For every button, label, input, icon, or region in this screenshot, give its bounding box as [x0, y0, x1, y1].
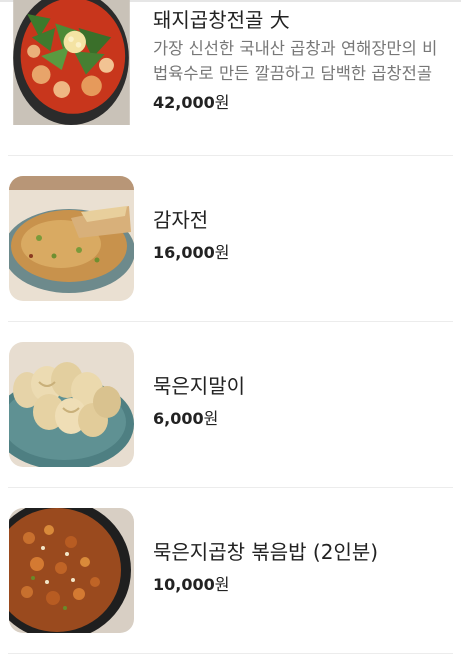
price-currency: 원 — [214, 575, 230, 594]
price-currency: 원 — [203, 409, 219, 428]
menu-item-potato-pancake[interactable]: 감자전 16,000원 — [0, 156, 461, 322]
menu-item-description: 가장 신선한 국내산 곱창과 연해장만의 비법육수로 만든 깔끔하고 담백한 곱… — [153, 39, 438, 83]
menu-item-price: 16,000원 — [153, 242, 453, 264]
price-currency: 원 — [214, 93, 230, 112]
menu-item-info: 돼지곱창전골 大 가장 신선한 국내산 곱창과 연해장만의 비법육수로 만든 깔… — [153, 8, 453, 114]
menu-item-fried-rice[interactable]: 묵은지곱창 볶음밥 (2인분) 10,000원 — [0, 488, 461, 654]
price-value: 16,000 — [153, 243, 215, 262]
menu-item-info: 감자전 16,000원 — [153, 208, 453, 264]
menu-item-photo — [9, 0, 134, 134]
item-divider — [8, 653, 453, 654]
menu-item-name: 돼지곱창전골 大 — [153, 8, 290, 32]
menu-item-price: 10,000원 — [153, 574, 453, 596]
menu-item-name: 묵은지말이 — [153, 374, 245, 398]
price-currency: 원 — [214, 243, 230, 262]
menu-item-price: 6,000원 — [153, 408, 453, 430]
menu-item-photo — [9, 508, 134, 633]
price-value: 42,000 — [153, 93, 215, 112]
menu-item-info: 묵은지말이 6,000원 — [153, 374, 453, 430]
menu-item-kimchi-roll[interactable]: 묵은지말이 6,000원 — [0, 322, 461, 488]
price-value: 10,000 — [153, 575, 215, 594]
menu-item-photo — [9, 342, 134, 467]
menu-item-gopchang-hotpot[interactable]: 돼지곱창전골 大 가장 신선한 국내산 곱창과 연해장만의 비법육수로 만든 깔… — [0, 0, 461, 166]
menu-item-name: 묵은지곱창 볶음밥 (2인분) — [153, 540, 379, 564]
menu-item-photo — [9, 176, 134, 301]
menu-item-name: 감자전 — [153, 208, 209, 232]
menu-item-info: 묵은지곱창 볶음밥 (2인분) 10,000원 — [153, 540, 453, 596]
menu-item-price: 42,000원 — [153, 92, 453, 114]
price-value: 6,000 — [153, 409, 204, 428]
